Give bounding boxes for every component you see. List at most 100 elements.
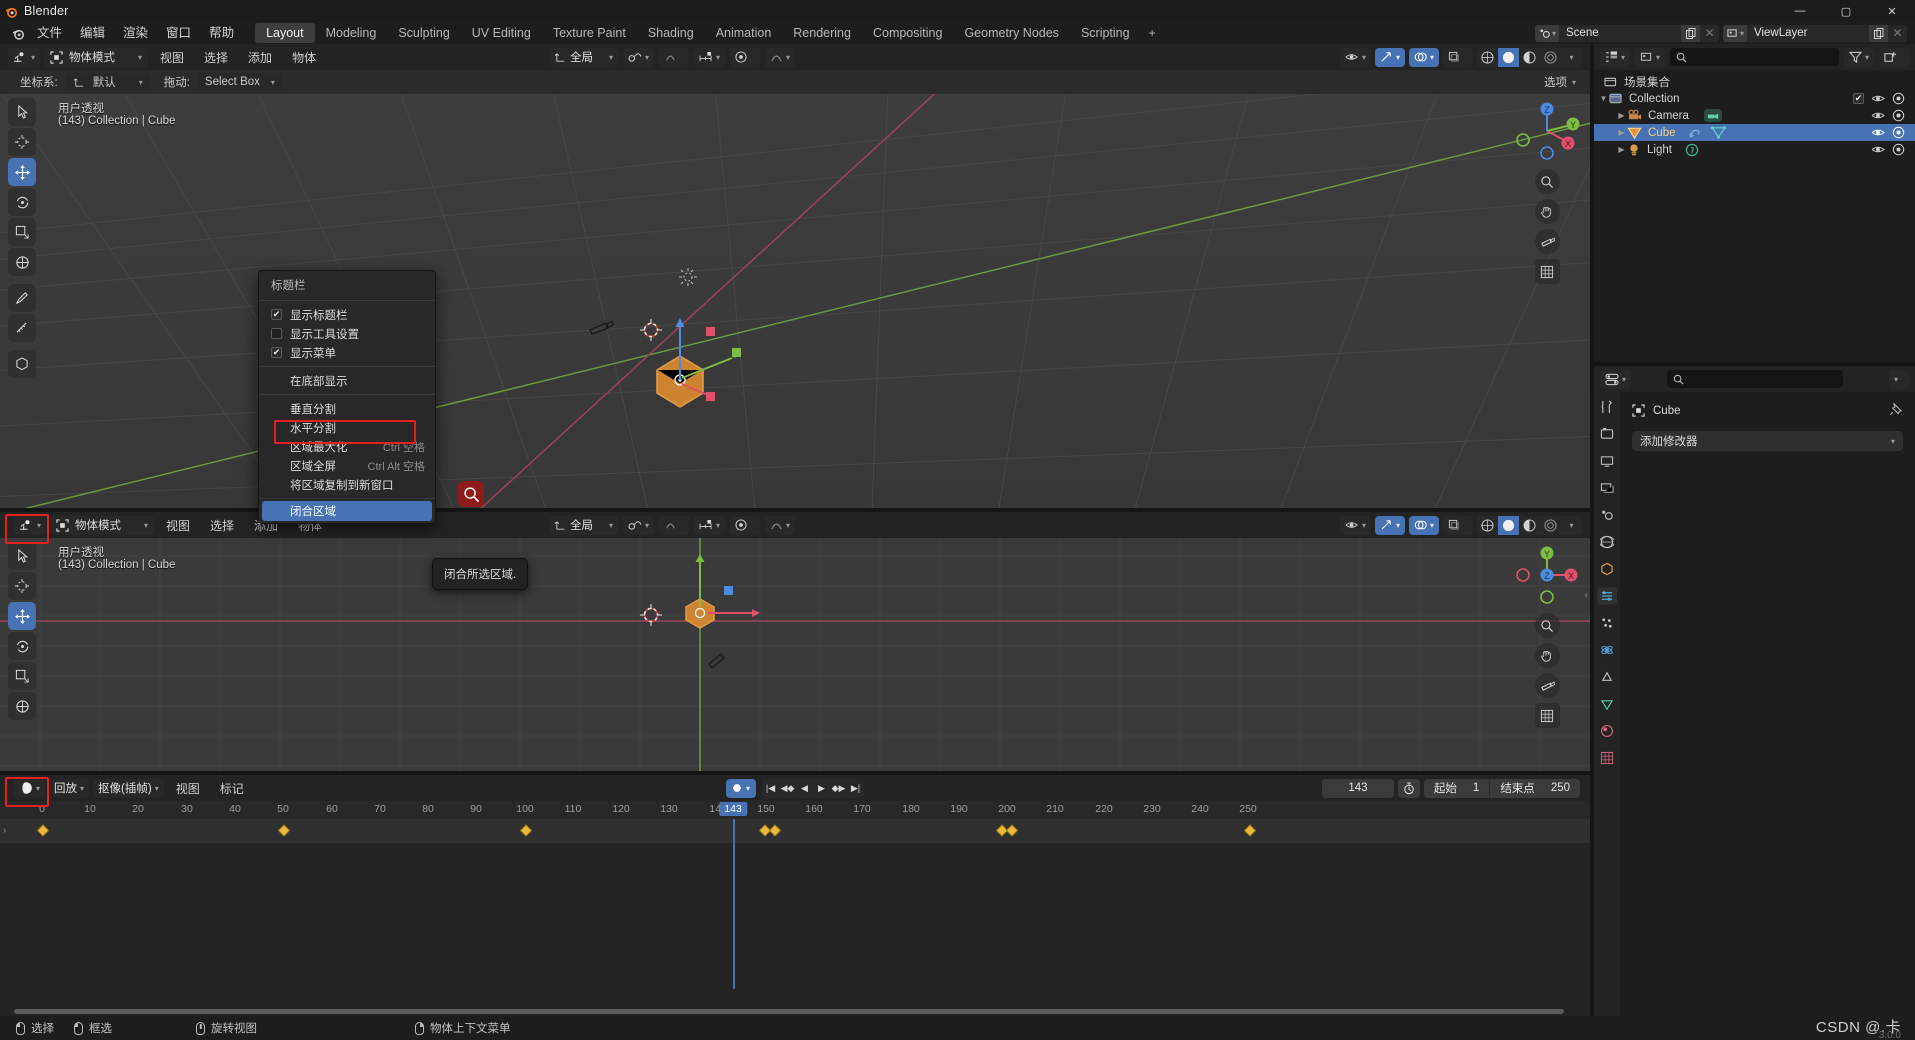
- tab-render[interactable]: [1597, 425, 1617, 443]
- tool-cursor[interactable]: [8, 128, 36, 156]
- transform-orientation-bottom[interactable]: 全局 ▾: [550, 515, 618, 535]
- expand-arrow-icon[interactable]: ▶: [1616, 111, 1627, 120]
- workspace-tab-compositing[interactable]: Compositing: [862, 23, 953, 43]
- viewport-bottom-canvas[interactable]: 用户透视 (143) Collection | Cube Y X Z ‹: [0, 538, 1590, 774]
- snap-increment-bottom[interactable]: ▾: [694, 515, 726, 535]
- horizontal-splitter-right[interactable]: [1594, 362, 1915, 366]
- editor-type-selector-top[interactable]: ▾: [8, 47, 41, 67]
- tool-move-bottom[interactable]: [8, 602, 36, 630]
- tab-particles[interactable]: [1597, 614, 1617, 632]
- keyframe-marker[interactable]: [277, 824, 291, 837]
- tab-texture[interactable]: [1597, 749, 1617, 767]
- play-button[interactable]: ▶: [813, 779, 830, 798]
- proportional-edit-top[interactable]: [659, 47, 690, 67]
- add-workspace-button[interactable]: +: [1141, 23, 1164, 43]
- zoom-view-button-bottom[interactable]: [1534, 613, 1560, 638]
- tool-tweak[interactable]: [8, 98, 36, 126]
- interaction-mode-selector-top[interactable]: 物体模式 ▾: [44, 47, 149, 67]
- keyframe-marker[interactable]: [1005, 824, 1019, 837]
- viewport-menu-view-top[interactable]: 视图: [152, 49, 192, 66]
- tool-tweak-bottom[interactable]: [8, 542, 36, 570]
- shading-dropdown-icon[interactable]: ▾: [1561, 48, 1582, 67]
- shading-rendered-icon-bottom[interactable]: [1540, 516, 1561, 535]
- playhead-frame-badge[interactable]: 143: [719, 802, 747, 816]
- scene-unlink-button[interactable]: ✕: [1700, 25, 1719, 42]
- viewport-top-canvas[interactable]: 用户透视 (143) Collection | Cube Z Y X: [0, 94, 1590, 511]
- tab-object[interactable]: [1597, 560, 1617, 578]
- toggle-orthographic-button-bottom[interactable]: [1534, 703, 1560, 728]
- workspace-tab-geometry-nodes[interactable]: Geometry Nodes: [953, 23, 1069, 43]
- maximize-button[interactable]: ▢: [1823, 0, 1869, 22]
- tab-view-layer[interactable]: [1597, 479, 1617, 497]
- tool-measure[interactable]: [8, 314, 36, 342]
- checkbox-show-menus[interactable]: ✔: [271, 347, 282, 358]
- menu-item-show-tool-settings[interactable]: 显示工具设置: [259, 324, 435, 343]
- workspace-tab-uv-editing[interactable]: UV Editing: [461, 23, 542, 43]
- workspace-tab-texture-paint[interactable]: Texture Paint: [542, 23, 637, 43]
- editor-type-selector-properties[interactable]: ▾: [1600, 369, 1632, 389]
- jump-to-end-button[interactable]: ▶|: [847, 779, 864, 798]
- timeline-channel-toggle[interactable]: ›: [3, 825, 6, 836]
- viewport-shading-bottom[interactable]: ▾: [1477, 515, 1582, 535]
- workspace-tab-rendering[interactable]: Rendering: [782, 23, 862, 43]
- play-reverse-button[interactable]: ◀: [796, 779, 813, 798]
- expand-arrow-icon[interactable]: ▼: [1598, 94, 1609, 103]
- viewlayer-unlink-button[interactable]: ✕: [1888, 25, 1907, 42]
- region-toggle-arrow-bottom[interactable]: ‹: [1585, 590, 1588, 601]
- vertical-splitter-main[interactable]: [1590, 44, 1594, 1016]
- viewport-menu-select-top[interactable]: 选择: [196, 49, 236, 66]
- snap-toggle-bottom[interactable]: ▾: [623, 515, 655, 535]
- outliner-row-camera[interactable]: ▶ Camera: [1594, 107, 1915, 124]
- jump-to-next-keyframe-button[interactable]: ◆▶: [830, 779, 847, 798]
- shading-dropdown-icon-bottom[interactable]: ▾: [1561, 516, 1582, 535]
- jump-to-start-button[interactable]: |◀: [762, 779, 779, 798]
- tab-world[interactable]: [1597, 533, 1617, 551]
- shading-material-icon-bottom[interactable]: [1519, 516, 1540, 535]
- pan-view-button-top[interactable]: [1534, 199, 1560, 224]
- viewport-overlays-bottom[interactable]: ▾: [1408, 515, 1439, 535]
- blender-logo-icon[interactable]: [8, 24, 28, 42]
- area-options-context-menu[interactable]: 标题栏 ✔ 显示标题栏 显示工具设置 ✔ 显示菜单 在底部显示 垂直分割 水平分…: [258, 270, 436, 524]
- close-button[interactable]: ✕: [1869, 0, 1915, 22]
- frame-range-fields[interactable]: 起始 1 结束点 250: [1423, 778, 1580, 798]
- drag-action-dropdown[interactable]: Select Box ▾: [197, 73, 282, 91]
- viewport-gizmos-bottom[interactable]: ▾: [1374, 515, 1405, 535]
- workspace-tab-animation[interactable]: Animation: [705, 23, 783, 43]
- checkbox-collection-enable[interactable]: ✔: [1853, 93, 1864, 104]
- viewport-visibility-bottom[interactable]: ▾: [1339, 515, 1371, 535]
- menu-item-area-duplicate[interactable]: 将区域复制到新窗口: [259, 475, 435, 494]
- menu-edit[interactable]: 编辑: [71, 23, 114, 43]
- playhead-line[interactable]: [733, 819, 735, 989]
- snap-increment-top[interactable]: ▾: [694, 47, 726, 67]
- timeline-menu-view[interactable]: 视图: [168, 780, 208, 797]
- shading-wireframe-icon[interactable]: [1477, 48, 1498, 67]
- viewport-shading-top[interactable]: ▾: [1477, 47, 1582, 67]
- timeline-menu-keying[interactable]: 抠像(插帧) ▾: [93, 778, 164, 798]
- workspace-tab-layout[interactable]: Layout: [255, 23, 315, 43]
- workspace-tab-shading[interactable]: Shading: [637, 23, 705, 43]
- orientation-gizmo-top[interactable]: Z Y X: [1514, 98, 1580, 164]
- viewport-options-dropdown[interactable]: 选项 ▾: [1544, 74, 1576, 90]
- snap-toggle-top[interactable]: ▾: [623, 47, 655, 67]
- use-preview-range-icon[interactable]: [1397, 778, 1420, 798]
- tool-rotate-bottom[interactable]: [8, 632, 36, 660]
- timeline-menu-playback[interactable]: 回放 ▾: [49, 778, 90, 798]
- proportional-edit-bottom[interactable]: [659, 515, 690, 535]
- jump-to-prev-keyframe-button[interactable]: ◀◆: [779, 779, 796, 798]
- keyframe-marker[interactable]: [36, 824, 50, 837]
- timeline-keyframe-row[interactable]: [0, 819, 1590, 843]
- expand-arrow-icon[interactable]: ▶: [1616, 128, 1627, 137]
- menu-item-show-menus[interactable]: ✔ 显示菜单: [259, 343, 435, 362]
- viewport-menu-view-bottom[interactable]: 视图: [158, 517, 198, 534]
- interaction-mode-selector-bottom[interactable]: 物体模式 ▾: [50, 515, 155, 535]
- expand-arrow-icon[interactable]: ▶: [1616, 145, 1627, 154]
- shading-rendered-icon[interactable]: [1540, 48, 1561, 67]
- menu-item-horizontal-split[interactable]: 水平分割: [259, 418, 435, 437]
- horizontal-splitter-timeline[interactable]: [0, 771, 1590, 775]
- menu-item-toggle-fullscreen-area[interactable]: 区域全屏 Ctrl Alt 空格: [259, 456, 435, 475]
- horizontal-splitter-viewports[interactable]: [0, 508, 1590, 512]
- pin-icon[interactable]: [1889, 402, 1903, 419]
- transform-orientation-dropdown[interactable]: 默认 ▾: [65, 73, 150, 91]
- tab-constraints[interactable]: [1597, 668, 1617, 686]
- tool-rotate[interactable]: [8, 188, 36, 216]
